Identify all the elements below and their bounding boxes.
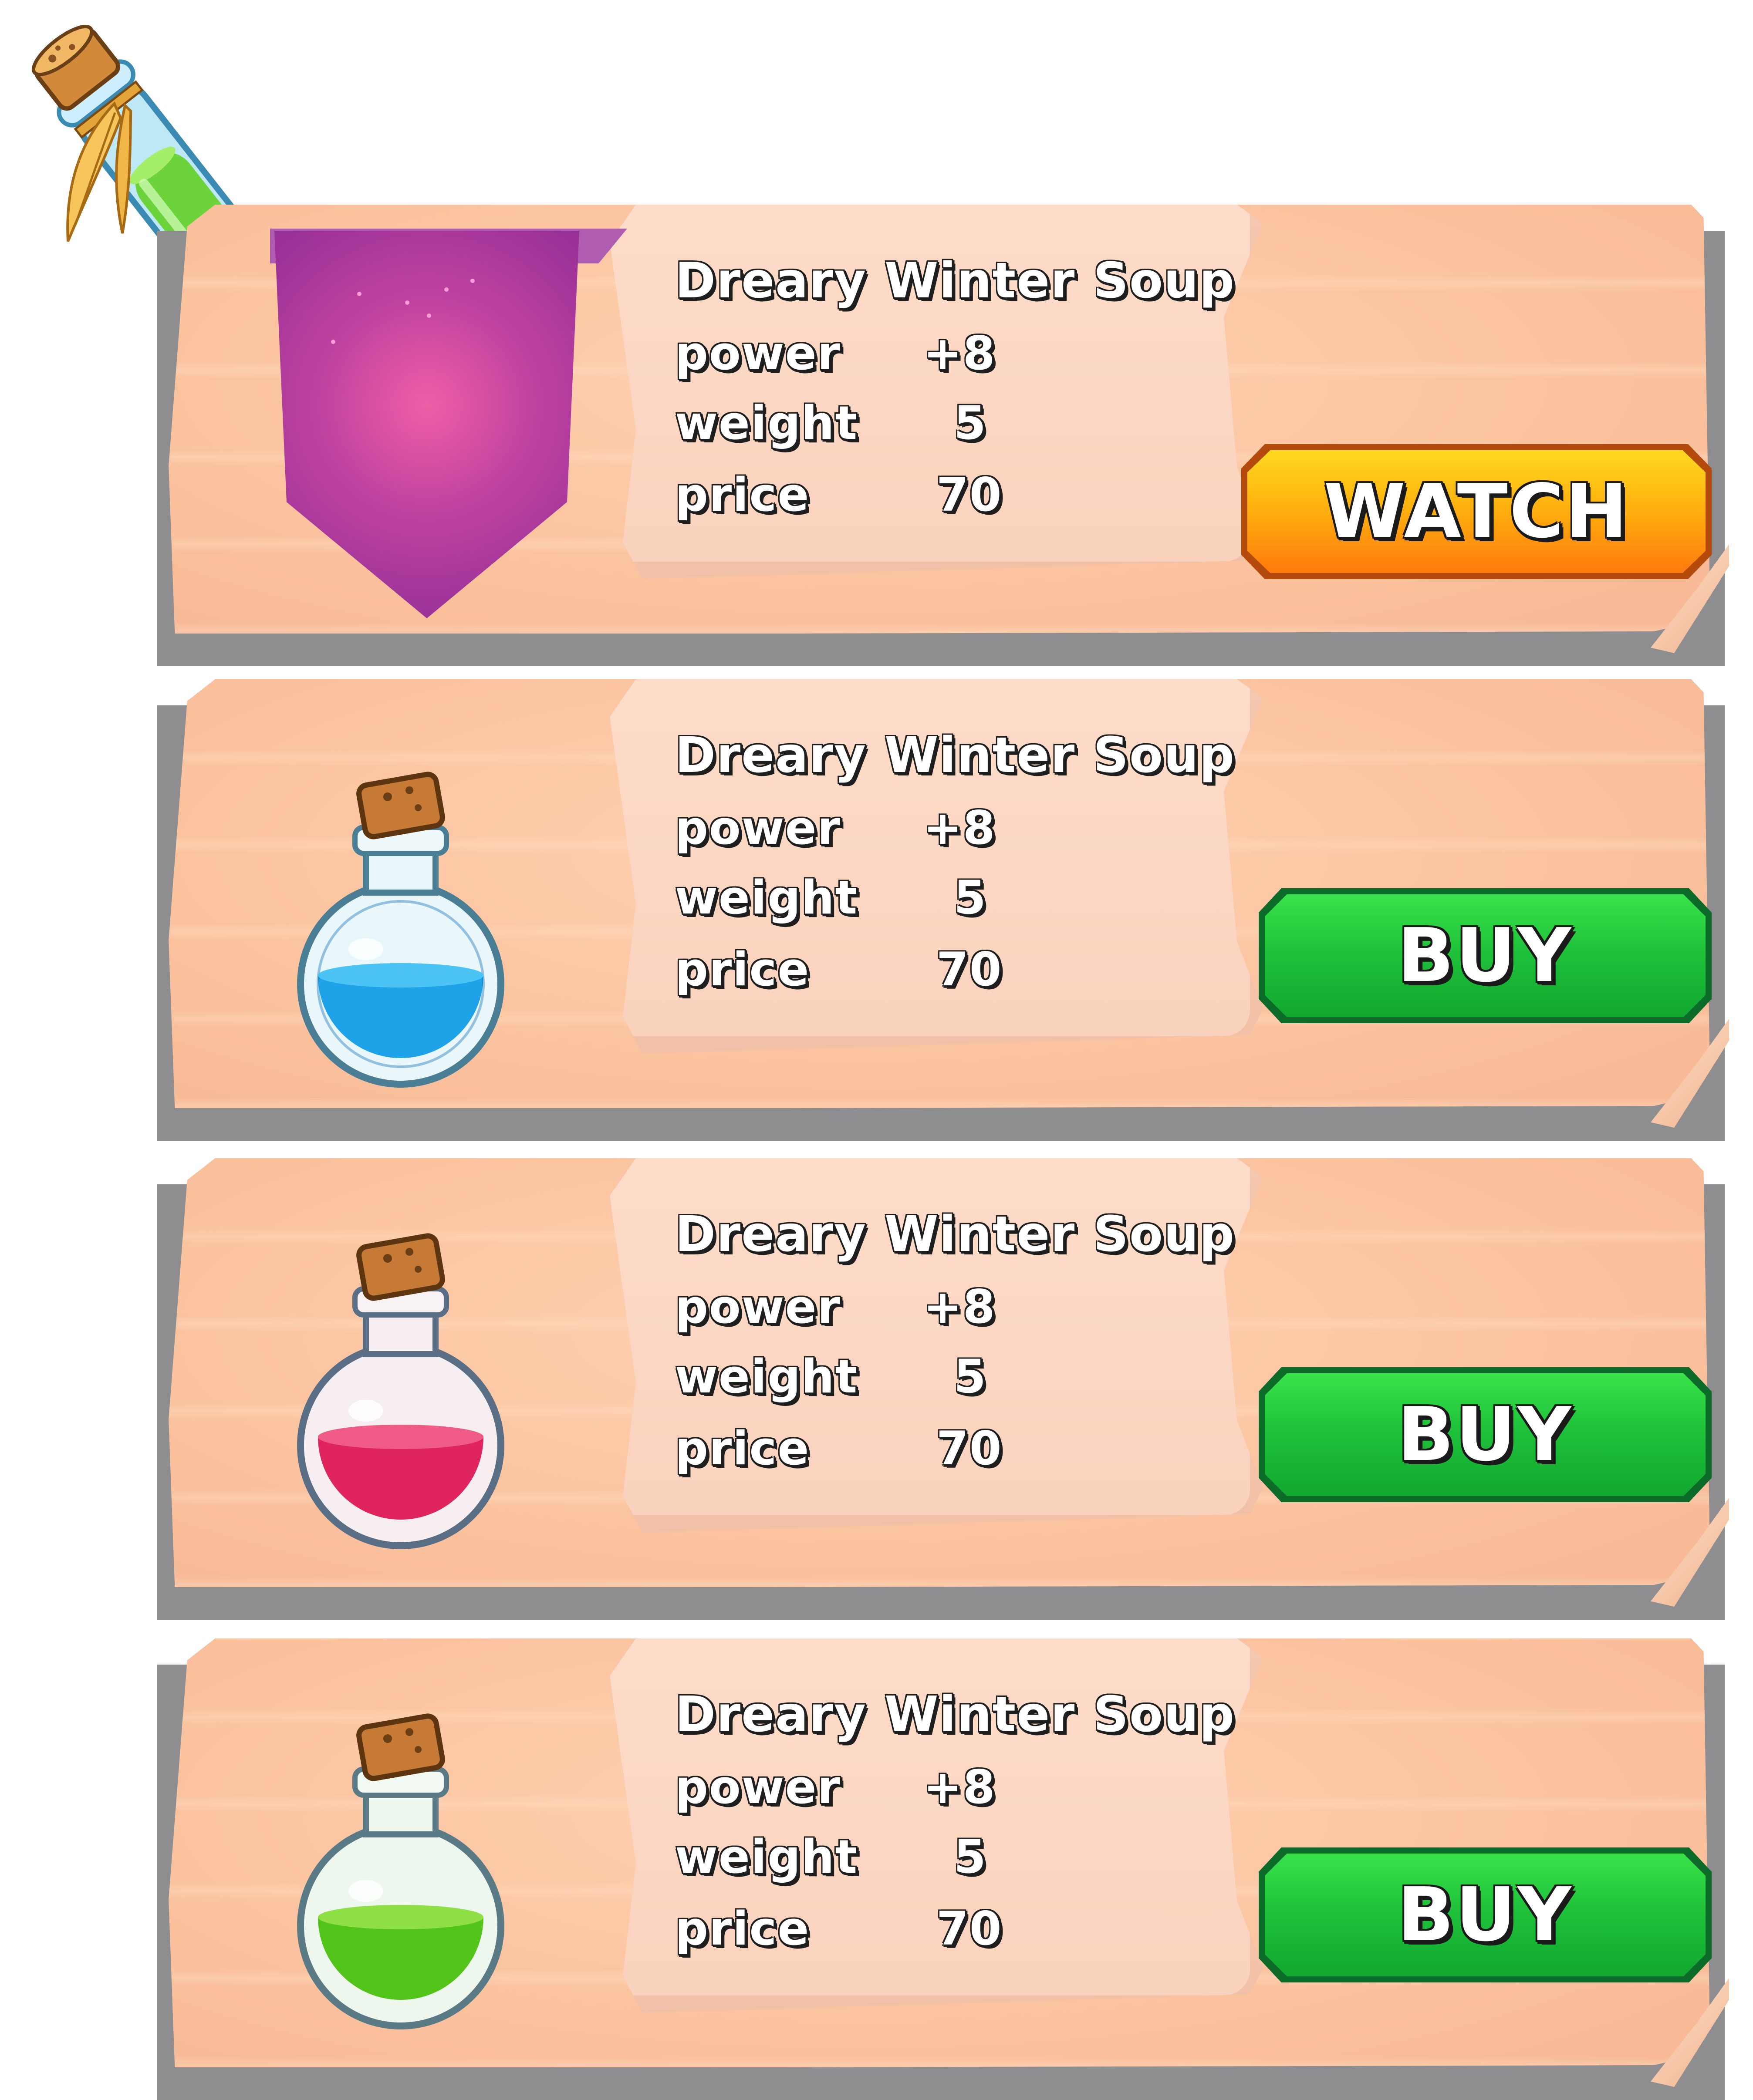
stat-value-price: 70 bbox=[936, 943, 1003, 996]
stat-label-weight: weight bbox=[675, 871, 858, 924]
stat-value-weight: 5 bbox=[954, 1830, 987, 1884]
stat-value-price: 70 bbox=[936, 468, 1003, 522]
buy-button-label: BUY bbox=[1397, 1872, 1573, 1958]
stat-label-power: power bbox=[675, 801, 841, 855]
stat-value-weight: 5 bbox=[954, 396, 987, 450]
item-title: Dreary Winter Soup bbox=[675, 253, 1235, 309]
item-title: Dreary Winter Soup bbox=[675, 1206, 1235, 1263]
stat-value-power: +8 bbox=[923, 1280, 996, 1334]
stat-value-power: +8 bbox=[923, 801, 996, 855]
shop-card: Dreary Winter Soup power +8 weight 5 pri… bbox=[157, 679, 1753, 1141]
shop-card: Dreary Winter Soup power +8 weight 5 pri… bbox=[157, 1158, 1753, 1620]
buy-button[interactable]: BUY bbox=[1259, 1367, 1712, 1502]
red-potion-flask-icon bbox=[297, 1233, 504, 1549]
stat-label-power: power bbox=[675, 327, 841, 380]
buy-button[interactable]: BUY bbox=[1259, 888, 1712, 1023]
stat-label-price: price bbox=[675, 1902, 810, 1955]
watch-button-label: WATCH bbox=[1324, 469, 1629, 555]
stat-value-weight: 5 bbox=[954, 1350, 987, 1403]
stat-label-power: power bbox=[675, 1280, 841, 1334]
stat-label-power: power bbox=[675, 1760, 841, 1814]
stat-value-weight: 5 bbox=[954, 871, 987, 924]
buy-button-label: BUY bbox=[1397, 913, 1573, 999]
shop-card: Dreary Winter Soup power +8 weight 5 pri… bbox=[157, 1638, 1753, 2100]
stat-label-weight: weight bbox=[675, 1350, 858, 1403]
watch-button[interactable]: WATCH bbox=[1241, 444, 1712, 579]
blue-potion-flask-icon bbox=[297, 772, 504, 1088]
stat-label-weight: weight bbox=[675, 1830, 858, 1884]
green-potion-flask-icon bbox=[297, 1713, 504, 2029]
stat-value-price: 70 bbox=[936, 1422, 1003, 1475]
buy-button[interactable]: BUY bbox=[1259, 1847, 1712, 1982]
item-title: Dreary Winter Soup bbox=[675, 727, 1235, 784]
item-title: Dreary Winter Soup bbox=[675, 1686, 1235, 1743]
stat-label-weight: weight bbox=[675, 396, 858, 450]
stat-value-power: +8 bbox=[923, 1760, 996, 1814]
stat-label-price: price bbox=[675, 1422, 810, 1475]
stat-value-power: +8 bbox=[923, 327, 996, 380]
stat-value-price: 70 bbox=[936, 1902, 1003, 1955]
stat-label-price: price bbox=[675, 943, 810, 996]
stat-label-price: price bbox=[675, 468, 810, 522]
buy-button-label: BUY bbox=[1397, 1392, 1573, 1478]
